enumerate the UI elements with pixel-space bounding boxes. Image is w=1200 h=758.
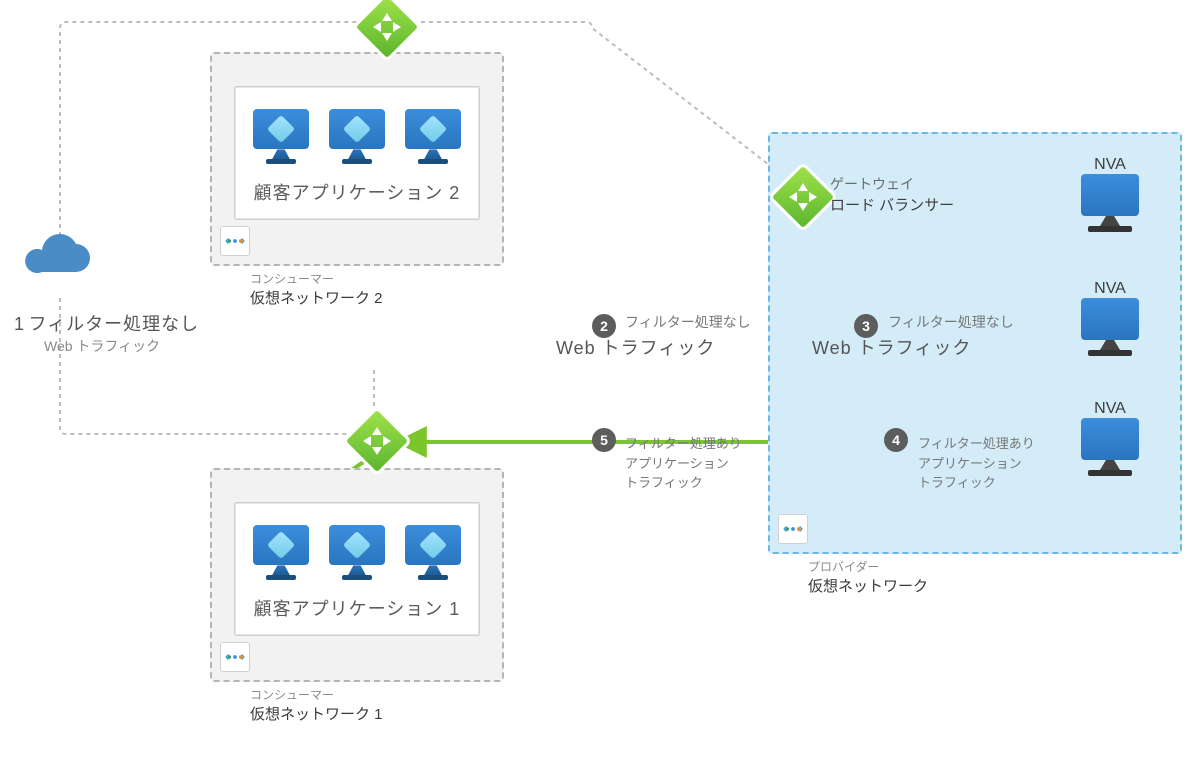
vm-icon: [402, 525, 464, 580]
nva-3: NVA: [1070, 400, 1150, 476]
step-3-line2: Web トラフィック: [812, 334, 971, 360]
vm-row: [250, 525, 464, 580]
vm-row: [250, 109, 464, 164]
customer-app-2: 顧客アプリケーション 2: [234, 86, 480, 220]
step-2-line2: Web トラフィック: [556, 334, 715, 360]
vm-icon: [326, 109, 388, 164]
step-1-num: 1: [14, 314, 24, 334]
caption-sub2: 仮想ネットワーク: [808, 575, 928, 596]
caption-sub2: 仮想ネットワーク 2: [250, 287, 383, 308]
caption-sub1: コンシューマー: [250, 270, 383, 287]
vm-icon: [326, 525, 388, 580]
step-5-text: フィルター処理あり アプリケーション トラフィック: [625, 434, 742, 493]
vnet-icon: [220, 226, 250, 256]
diagram-canvas: 1 フィルター処理なし Web トラフィック 顧客アプリケーション 2 コンシュ…: [0, 0, 1200, 758]
step-3-text: フィルター処理なし: [888, 312, 1014, 332]
nva-icon: [1070, 174, 1150, 232]
step-1-line1: フィルター処理なし: [28, 314, 199, 334]
nva-1: NVA: [1070, 156, 1150, 232]
caption-sub2: 仮想ネットワーク 1: [250, 703, 383, 724]
step-2-text: フィルター処理なし: [625, 312, 751, 332]
nva-2: NVA: [1070, 280, 1150, 356]
app-title: 顧客アプリケーション 1: [254, 595, 461, 621]
step-4-text: フィルター処理あり アプリケーション トラフィック: [918, 434, 1035, 493]
provider-vnet-caption: プロバイダー 仮想ネットワーク: [770, 556, 928, 596]
vm-icon: [250, 525, 312, 580]
consumer-vnet-1-caption: コンシューマー 仮想ネットワーク 1: [212, 684, 383, 724]
caption-sub1: プロバイダー: [808, 558, 928, 575]
app-title: 顧客アプリケーション 2: [254, 179, 461, 205]
step-5-badge: 5: [592, 428, 616, 452]
vnet-icon: [778, 514, 808, 544]
nva-icon: [1070, 418, 1150, 476]
vm-icon: [250, 109, 312, 164]
step-1-line2: Web トラフィック: [44, 336, 199, 356]
step-1: 1 フィルター処理なし Web トラフィック: [14, 310, 199, 356]
step-4-badge: 4: [884, 428, 908, 452]
consumer-vnet-1: 顧客アプリケーション 1: [210, 468, 504, 682]
internet-cloud-icon: [24, 232, 96, 280]
customer-app-1: 顧客アプリケーション 1: [234, 502, 480, 636]
load-balancer-top-icon: [362, 2, 406, 46]
consumer-vnet-2: 顧客アプリケーション 2: [210, 52, 504, 266]
nva-icon: [1070, 298, 1150, 356]
vnet-icon: [220, 642, 250, 672]
gateway-load-balancer-icon: [778, 172, 822, 216]
caption-sub1: コンシューマー: [250, 686, 383, 703]
vm-icon: [402, 109, 464, 164]
load-balancer-bottom-icon: [352, 416, 396, 460]
consumer-vnet-2-caption: コンシューマー 仮想ネットワーク 2: [212, 268, 383, 308]
gateway-lb-label: ゲートウェイ ロード バランサー: [830, 174, 954, 215]
